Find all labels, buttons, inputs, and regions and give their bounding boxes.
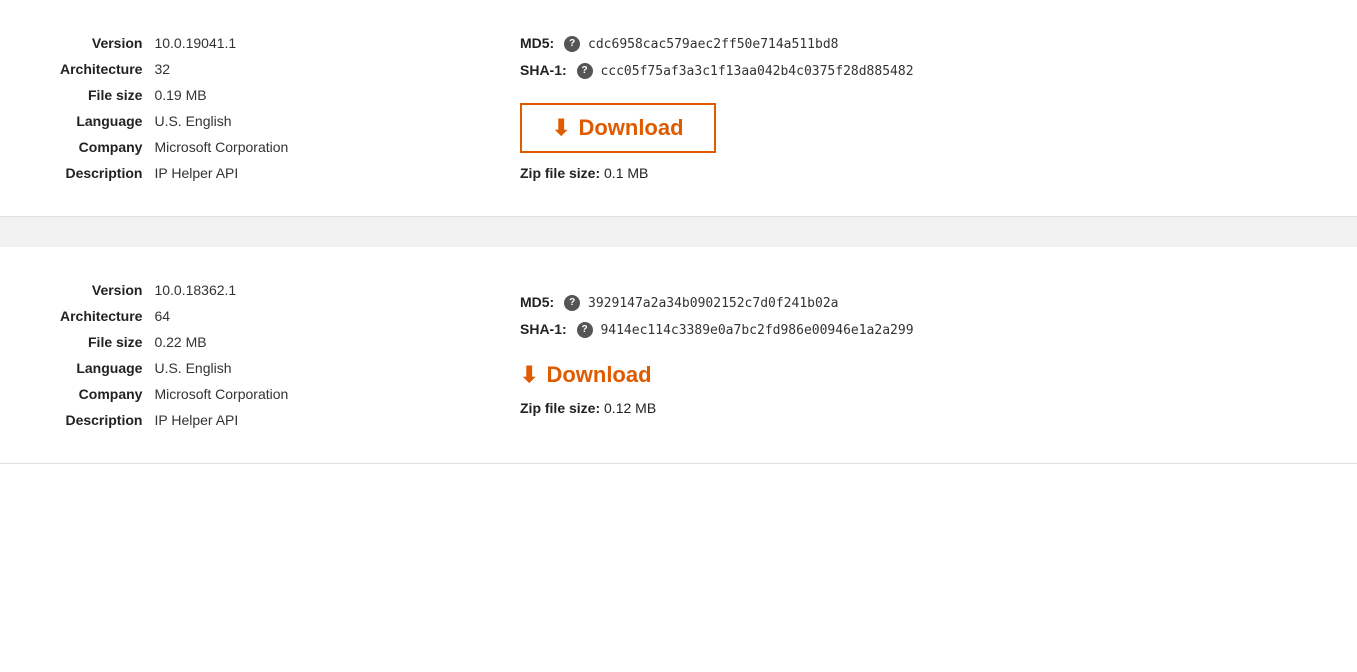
description-value-2: IP Helper API xyxy=(154,407,296,433)
sha1-info-icon-2[interactable]: ? xyxy=(577,322,593,338)
language-row-2: Language U.S. English xyxy=(60,355,296,381)
version-row-2: Version 10.0.18362.1 xyxy=(60,277,296,303)
zip-size-value-2: 0.12 MB xyxy=(604,400,656,416)
download-label-1: Download xyxy=(578,115,683,141)
filesize-label: File size xyxy=(60,82,154,108)
download-button-2[interactable]: ⬇ Download xyxy=(520,362,652,388)
architecture-label: Architecture xyxy=(60,56,154,82)
download-button-1[interactable]: ⬇ Download xyxy=(520,103,716,153)
filesize-row-2: File size 0.22 MB xyxy=(60,329,296,355)
architecture-value: 32 xyxy=(154,56,296,82)
company-value: Microsoft Corporation xyxy=(154,134,296,160)
download-icon-2: ⬇ xyxy=(520,362,538,388)
filesize-value: 0.19 MB xyxy=(154,82,296,108)
download-label-2: Download xyxy=(546,362,651,388)
description-value: IP Helper API xyxy=(154,160,296,186)
sha1-row-1: SHA-1: ? ccc05f75af3a3c1f13aa042b4c0375f… xyxy=(520,62,1297,79)
architecture-label-2: Architecture xyxy=(60,303,154,329)
version-value: 10.0.19041.1 xyxy=(154,30,296,56)
zip-size-label-2: Zip file size: xyxy=(520,400,600,416)
md5-row-2: MD5: ? 3929147a2a34b0902152c7d0f241b02a xyxy=(520,294,1297,311)
zip-size-value-1: 0.1 MB xyxy=(604,165,648,181)
zip-size-label-1: Zip file size: xyxy=(520,165,600,181)
company-row-2: Company Microsoft Corporation xyxy=(60,381,296,407)
version-label: Version xyxy=(60,30,154,56)
description-row: Description IP Helper API xyxy=(60,160,296,186)
description-row-2: Description IP Helper API xyxy=(60,407,296,433)
md5-label-1: MD5: xyxy=(520,35,554,51)
zip-size-1: Zip file size: 0.1 MB xyxy=(520,165,1297,181)
md5-value-2: 3929147a2a34b0902152c7d0f241b02a xyxy=(588,296,838,311)
file-entry-2: Version 10.0.18362.1 Architecture 64 Fil… xyxy=(0,247,1357,464)
language-value-2: U.S. English xyxy=(154,355,296,381)
version-label-2: Version xyxy=(60,277,154,303)
sha1-label-1: SHA-1: xyxy=(520,62,567,78)
architecture-row: Architecture 32 xyxy=(60,56,296,82)
file-actions-1: MD5: ? cdc6958cac579aec2ff50e714a511bd8 … xyxy=(440,30,1297,186)
md5-info-icon-1[interactable]: ? xyxy=(564,36,580,52)
description-label-2: Description xyxy=(60,407,154,433)
md5-label-2: MD5: xyxy=(520,294,554,310)
md5-info-icon-2[interactable]: ? xyxy=(564,295,580,311)
company-value-2: Microsoft Corporation xyxy=(154,381,296,407)
sha1-label-2: SHA-1: xyxy=(520,321,567,337)
version-row: Version 10.0.19041.1 xyxy=(60,30,296,56)
file-entry-1: Version 10.0.19041.1 Architecture 32 Fil… xyxy=(0,0,1357,217)
language-label-2: Language xyxy=(60,355,154,381)
version-value-2: 10.0.18362.1 xyxy=(154,277,296,303)
download-icon-1: ⬇ xyxy=(552,115,570,141)
sha1-row-2: SHA-1: ? 9414ec114c3389e0a7bc2fd986e0094… xyxy=(520,321,1297,338)
filesize-row: File size 0.19 MB xyxy=(60,82,296,108)
zip-size-2: Zip file size: 0.12 MB xyxy=(520,400,1297,416)
language-label: Language xyxy=(60,108,154,134)
architecture-value-2: 64 xyxy=(154,303,296,329)
company-label: Company xyxy=(60,134,154,160)
file-actions-2: MD5: ? 3929147a2a34b0902152c7d0f241b02a … xyxy=(440,277,1297,433)
sha1-value-2: 9414ec114c3389e0a7bc2fd986e00946e1a2a299 xyxy=(600,323,913,338)
md5-row-1: MD5: ? cdc6958cac579aec2ff50e714a511bd8 xyxy=(520,35,1297,52)
company-label-2: Company xyxy=(60,381,154,407)
filesize-value-2: 0.22 MB xyxy=(154,329,296,355)
description-label: Description xyxy=(60,160,154,186)
filesize-label-2: File size xyxy=(60,329,154,355)
language-row: Language U.S. English xyxy=(60,108,296,134)
sha1-info-icon-1[interactable]: ? xyxy=(577,63,593,79)
md5-value-1: cdc6958cac579aec2ff50e714a511bd8 xyxy=(588,37,838,52)
company-row: Company Microsoft Corporation xyxy=(60,134,296,160)
file-meta-2: Version 10.0.18362.1 Architecture 64 Fil… xyxy=(60,277,440,433)
architecture-row-2: Architecture 64 xyxy=(60,303,296,329)
sha1-value-1: ccc05f75af3a3c1f13aa042b4c0375f28d885482 xyxy=(600,64,913,79)
file-meta-1: Version 10.0.19041.1 Architecture 32 Fil… xyxy=(60,30,440,186)
separator xyxy=(0,217,1357,247)
language-value: U.S. English xyxy=(154,108,296,134)
